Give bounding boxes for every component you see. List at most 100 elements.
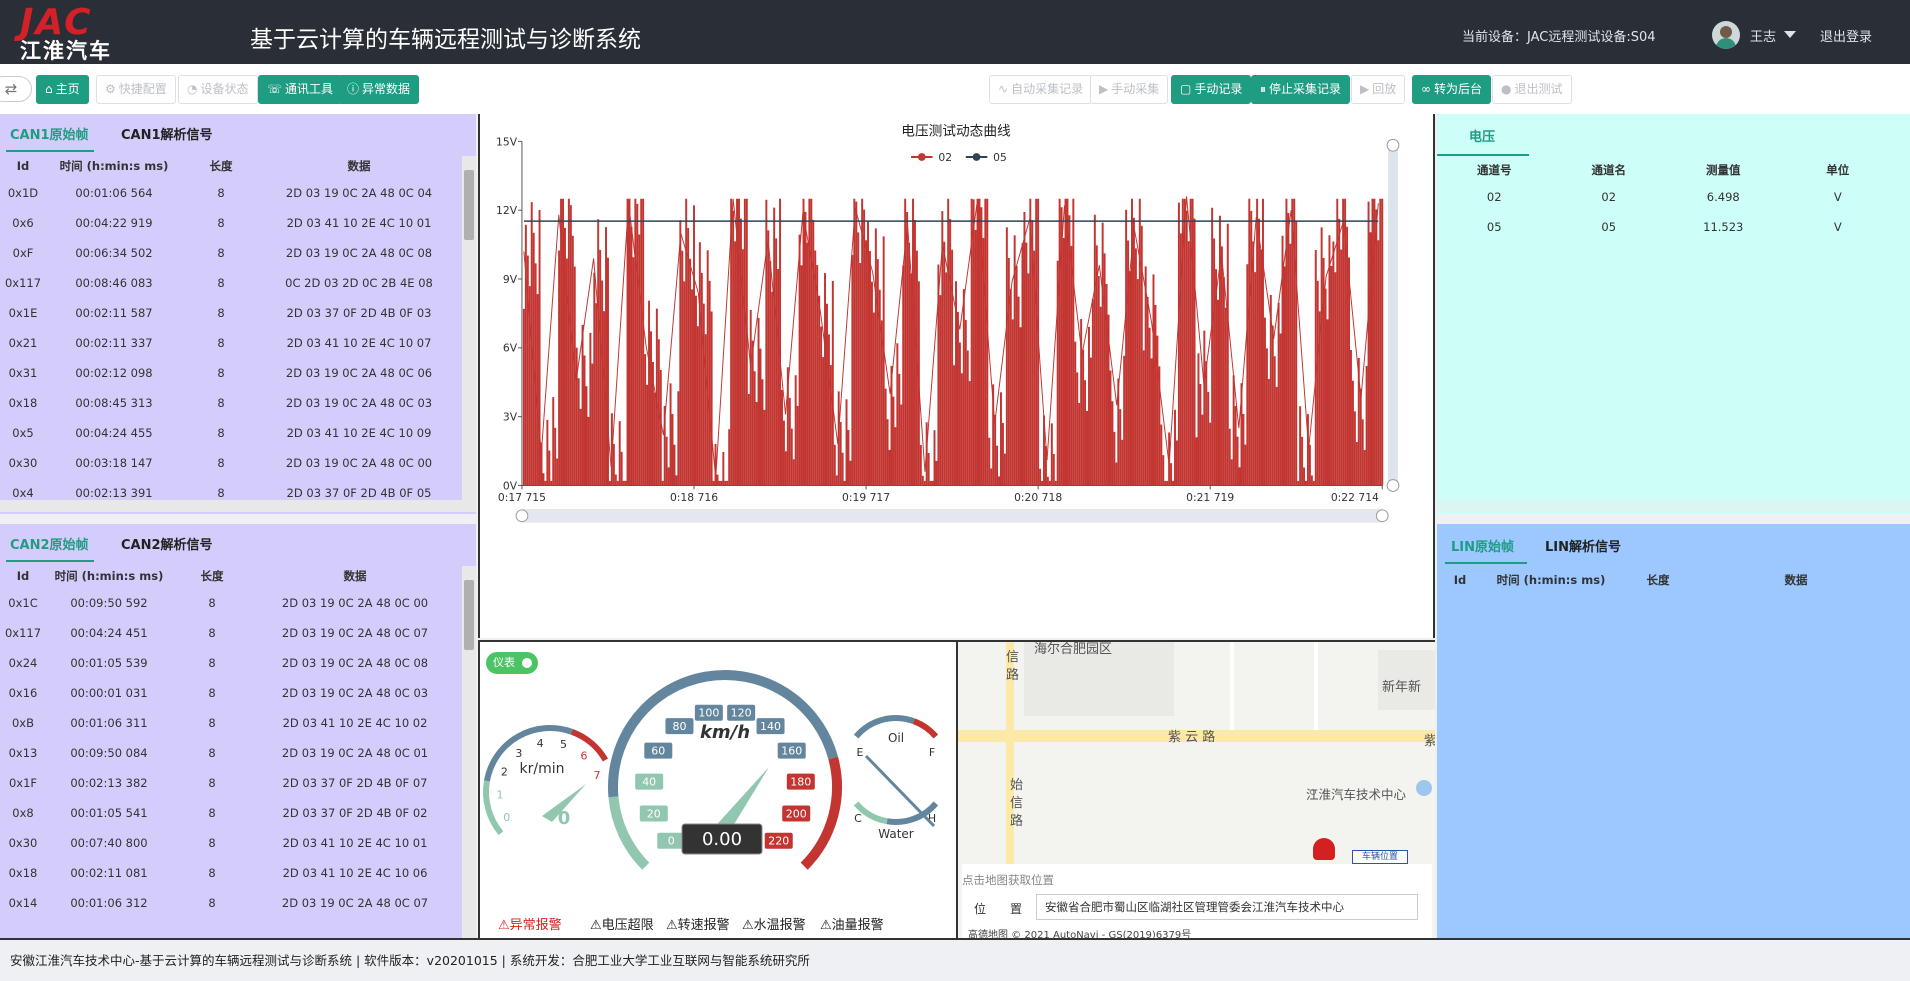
toolbar-button-right-6[interactable]: ● 退出测试: [1492, 75, 1572, 104]
chart-vertical-zoom[interactable]: [1388, 141, 1398, 486]
logout-link[interactable]: 退出登录: [1820, 26, 1872, 45]
zoom-handle-icon[interactable]: [1386, 138, 1400, 152]
table-row[interactable]: 0x31 00:02:12 098 8 2D 03 19 0C 2A 48 0C 06: [0, 358, 458, 388]
tab-lin-parsed[interactable]: LIN解析信号: [1545, 536, 1621, 555]
map-label: 新年新: [1382, 680, 1422, 695]
table-row[interactable]: 0x21 00:02:11 337 8 2D 03 41 10 2E 4C 10 07: [0, 328, 458, 358]
zoom-handle-icon[interactable]: [515, 509, 529, 523]
y-tick-label: 9V: [503, 273, 518, 286]
alarm-indicator: ⚠转速报警: [666, 914, 730, 933]
legend-label[interactable]: 02: [938, 151, 952, 164]
table-row[interactable]: 0x18 00:08:45 313 8 2D 03 19 0C 2A 48 0C 03: [0, 388, 458, 418]
table-cell: V: [1833, 190, 1842, 204]
column-header: 数据: [343, 569, 367, 583]
table-row[interactable]: 0x30 00:03:18 147 8 2D 03 19 0C 2A 48 0C 00: [0, 448, 458, 478]
user-name[interactable]: 王志: [1750, 26, 1776, 45]
alarm-label: 电压超限: [601, 918, 654, 933]
tab-lin-raw[interactable]: LIN原始帧: [1451, 536, 1514, 555]
toolbar-button-right-2[interactable]: ▢ 手动记录: [1171, 75, 1252, 104]
table-row[interactable]: 0x5 00:04:24 455 8 2D 03 41 10 2E 4C 10 09: [0, 418, 458, 448]
table-row[interactable]: 0x16 00:00:01 031 8 2D 03 19 0C 2A 48 0C 03: [0, 678, 458, 708]
table-cell: 00:08:45 313: [75, 396, 153, 410]
map-panel[interactable]: 海尔合肥园区 信 路 新年新 紫 云 路 紫 始 信 路 江淮汽车技术中心 车辆…: [956, 640, 1435, 938]
table-cell: 8: [208, 806, 216, 820]
table-row[interactable]: 0x117 00:08:46 083 8 0C 2D 03 2D 0C 2B 4E 0…: [0, 268, 458, 298]
table-row[interactable]: 0x8 00:01:05 541 8 2D 03 37 0F 2D 4B 0F 02: [0, 798, 458, 828]
table-cell: 0x1D: [7, 186, 39, 200]
tab-can1-raw[interactable]: CAN1原始帧: [10, 124, 89, 143]
table-cell: 8: [217, 336, 225, 350]
chart-data-zoom[interactable]: [521, 508, 1383, 523]
table-row[interactable]: 02 02 6.498 V: [1437, 182, 1895, 212]
user-avatar[interactable]: [1712, 21, 1740, 49]
zoom-handle-icon[interactable]: [1386, 479, 1400, 492]
toolbar-button-left-3[interactable]: ☏ 通讯工具: [258, 75, 343, 104]
toolbar-button-icon: ⌂: [45, 82, 53, 96]
map-poi-label[interactable]: 江淮汽车技术中心: [1306, 784, 1406, 803]
toolbar-button-left-0[interactable]: ⌂ 主页: [36, 75, 89, 104]
legend-marker[interactable]: [972, 153, 981, 161]
table-row[interactable]: 0xB 00:01:06 311 8 2D 03 41 10 2E 4C 10 02: [0, 708, 458, 738]
tab-voltage[interactable]: 电压: [1469, 126, 1495, 145]
table-row[interactable]: 0x30 00:07:40 800 8 2D 03 41 10 2E 4C 10 01: [0, 828, 458, 858]
table-cell: 2D 03 19 0C 2A 48 0C 06: [285, 366, 433, 380]
table-row[interactable]: 0x1D 00:01:06 564 8 2D 03 19 0C 2A 48 0C 04: [0, 178, 458, 208]
table-row[interactable]: 0x6 00:04:22 919 8 2D 03 41 10 2E 4C 10 01: [0, 208, 458, 238]
table-row[interactable]: 05 05 11.523 V: [1437, 212, 1895, 242]
table-row[interactable]: 0x1E 00:02:11 587 8 2D 03 37 0F 2D 4B 0F 03: [0, 298, 458, 328]
table-row[interactable]: 0x24 00:01:05 539 8 2D 03 19 0C 2A 48 0C 08: [0, 648, 458, 678]
table-cell: 0x18: [8, 396, 38, 410]
table-cell: 00:01:05 541: [70, 806, 148, 820]
table-row[interactable]: 0x117 00:04:24 451 8 2D 03 19 0C 2A 48 0C 0…: [0, 618, 458, 648]
collapse-toggle-icon[interactable]: ⇄: [0, 76, 32, 102]
rpm-tick-label: 6: [581, 749, 588, 762]
table-cell: 0x14: [8, 896, 38, 910]
toolbar-button-icon: ⓘ: [347, 82, 360, 96]
table-row[interactable]: 0x13 00:09:50 084 8 2D 03 19 0C 2A 48 0C 01: [0, 738, 458, 768]
voltage-hscroll[interactable]: [1437, 500, 1910, 512]
table-row[interactable]: 0x18 00:02:11 081 8 2D 03 41 10 2E 4C 10 06: [0, 858, 458, 888]
x-tick-label: 0:19 717: [842, 491, 890, 504]
toolbar-button-right-0[interactable]: ∿ 自动采集记录: [989, 75, 1093, 104]
speed-unit: km/h: [700, 722, 750, 743]
speed-tick-label: 180: [790, 776, 811, 789]
oil-label: Oil: [888, 731, 904, 745]
zoom-handle-icon[interactable]: [1375, 509, 1389, 523]
address-label: 位 置: [974, 902, 1023, 916]
column-header: 数据: [347, 159, 371, 173]
table-cell: 8: [208, 656, 216, 670]
table-row[interactable]: 0x14 00:01:06 312 8 2D 03 19 0C 2A 48 0C 07: [0, 888, 458, 918]
table-cell: 00:01:06 312: [70, 896, 148, 910]
table-row[interactable]: 0x1C 00:09:50 592 8 2D 03 19 0C 2A 48 0C 00: [0, 588, 458, 618]
toolbar-button-label: 主页: [55, 82, 80, 96]
tab-can1-parsed[interactable]: CAN1解析信号: [121, 124, 213, 143]
legend-label[interactable]: 05: [993, 151, 1007, 164]
vehicle-marker-icon[interactable]: [1313, 838, 1335, 860]
table-cell: 00:02:11 337: [75, 336, 153, 350]
legend-marker[interactable]: [917, 153, 926, 161]
table-row[interactable]: 0xF 00:06:34 502 8 2D 03 19 0C 2A 48 0C 08: [0, 238, 458, 268]
tab-can2-raw[interactable]: CAN2原始帧: [10, 534, 89, 553]
table-row[interactable]: 0x1F 00:02:13 382 8 2D 03 37 0F 2D 4B 0F 07: [0, 768, 458, 798]
alarm-indicator: ⚠水温报警: [742, 914, 806, 933]
voltage-table: 通道号 通道名 测量值 单位 02 02 6.498 V 05 05 11.523 V: [1437, 158, 1895, 242]
tab-can2-parsed[interactable]: CAN2解析信号: [121, 534, 213, 553]
table-cell: 8: [217, 396, 225, 410]
can1-vscroll[interactable]: [462, 156, 476, 500]
toolbar-button-right-3[interactable]: ⏸ 停止采集记录: [1251, 75, 1351, 104]
toolbar-button-right-5[interactable]: ∞ 转为后台: [1412, 75, 1492, 104]
rpm-tick-label: 3: [515, 747, 522, 760]
toolbar-button-left-2[interactable]: ◔ 设备状态: [178, 75, 258, 104]
table-cell: 0x21: [8, 336, 38, 350]
can2-vscroll[interactable]: [462, 566, 476, 938]
toolbar-button-right-4[interactable]: ▶ 回放: [1351, 75, 1406, 104]
address-field[interactable]: 安徽省合肥市蜀山区临湖社区管理管委会江淮汽车技术中心: [1036, 894, 1418, 920]
chevron-down-icon[interactable]: [1784, 31, 1796, 38]
can1-hscroll[interactable]: [0, 500, 476, 512]
column-header: 时间 (h:min:s ms): [59, 159, 169, 173]
toolbar-button-left-4[interactable]: ⓘ 异常数据: [338, 75, 420, 104]
toolbar-button-left-1[interactable]: ⚙ 快捷配置: [96, 75, 176, 104]
toolbar-button-right-1[interactable]: ▶ 手动采集: [1090, 75, 1169, 104]
can2-table: Id 时间 (h:min:s ms) 长度 数据 0x1C 00:09:50 592 8 2D…: [0, 564, 458, 918]
warning-icon: ⚠: [742, 918, 754, 933]
